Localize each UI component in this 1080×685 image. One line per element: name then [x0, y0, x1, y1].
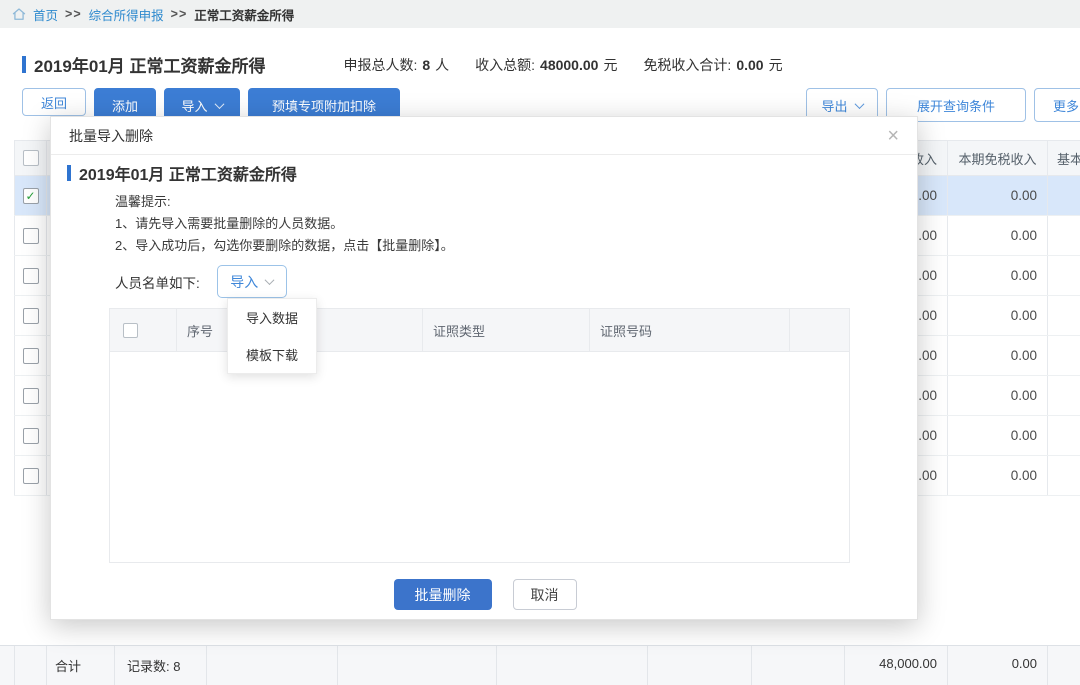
stat-income-total: 收入总额: 48000.00 元: [475, 55, 617, 75]
cell-taxfree: 0.00: [948, 216, 1048, 255]
tip-line-2: 2、导入成功后，勾选你要删除的数据，点击【批量删除】。: [115, 235, 454, 257]
batch-import-delete-modal: 批量导入删除 × 2019年01月 正常工资薪金所得 温馨提示: 1、请先导入需…: [50, 116, 918, 620]
menu-item-import-data[interactable]: 导入数据: [228, 299, 316, 336]
row-checkbox[interactable]: [23, 308, 39, 324]
stat-value: 48000.00: [540, 57, 598, 73]
tips-title: 温馨提示:: [115, 191, 454, 213]
import-button-label: 导入: [181, 96, 207, 115]
modal-footer-buttons: 批量删除 取消: [51, 579, 919, 610]
modal-section-title: 2019年01月 正常工资薪金所得: [79, 161, 297, 185]
breadcrumb-current: 正常工资薪金所得: [194, 5, 294, 24]
stat-declared-count: 申报总人数: 8 人: [343, 55, 449, 75]
cell-taxfree: 0.00: [948, 256, 1048, 295]
modal-import-dropdown-button[interactable]: 导入: [217, 265, 287, 298]
modal-import-label: 导入: [230, 272, 258, 292]
stat-value: 0.00: [736, 57, 763, 73]
totals-row: 合计 记录数: 8 48,000.00 0.00: [0, 645, 1080, 685]
col-header-cert-no: 证照号码: [590, 309, 790, 351]
stat-unit: 人: [435, 55, 449, 75]
col-header-actions: [790, 309, 849, 351]
cell-basic: [1048, 336, 1080, 375]
modal-title: 批量导入删除: [69, 126, 153, 146]
modal-select-all-checkbox[interactable]: [123, 323, 138, 338]
chevron-down-icon: [214, 99, 224, 109]
col-header-basic: 基本: [1048, 141, 1080, 175]
cell-taxfree: 0.00: [948, 456, 1048, 495]
import-dropdown-menu: 导入数据 模板下载: [227, 298, 317, 374]
stat-value: 8: [422, 57, 430, 73]
page-title: 2019年01月 正常工资薪金所得: [34, 52, 265, 77]
home-icon[interactable]: [12, 7, 26, 21]
batch-delete-button[interactable]: 批量删除: [394, 579, 492, 610]
breadcrumb-level1[interactable]: 综合所得申报: [89, 5, 164, 24]
menu-item-template-download[interactable]: 模板下载: [228, 336, 316, 373]
modal-tips: 温馨提示: 1、请先导入需要批量删除的人员数据。 2、导入成功后，勾选你要删除的…: [115, 191, 454, 257]
title-accent-bar: [67, 165, 71, 181]
cell-taxfree: 0.00: [948, 376, 1048, 415]
page-header: 2019年01月 正常工资薪金所得 申报总人数: 8 人 收入总额: 48000…: [22, 52, 783, 77]
cell-basic: [1048, 376, 1080, 415]
col-header-taxfree: 本期免税收入: [948, 141, 1048, 175]
modal-table-header: 序号 证照类型 证照号码: [110, 309, 849, 352]
stat-label: 收入总额:: [475, 55, 535, 75]
col-header-cert-type: 证照类型: [423, 309, 590, 351]
chevron-down-icon: [265, 275, 275, 285]
cell-basic: [1048, 416, 1080, 455]
modal-section-header: 2019年01月 正常工资薪金所得: [67, 161, 297, 185]
cell-taxfree: 0.00: [948, 416, 1048, 455]
tip-line-1: 1、请先导入需要批量删除的人员数据。: [115, 213, 454, 235]
cell-basic: [1048, 176, 1080, 215]
cancel-button[interactable]: 取消: [513, 579, 577, 610]
close-icon[interactable]: ×: [887, 126, 899, 146]
row-checkbox[interactable]: [23, 188, 39, 204]
row-checkbox[interactable]: [23, 468, 39, 484]
modal-person-table: 序号 证照类型 证照号码: [109, 308, 850, 563]
select-all-checkbox[interactable]: [23, 150, 39, 166]
stat-label: 申报总人数:: [343, 55, 417, 75]
cell-basic: [1048, 296, 1080, 335]
title-accent-bar: [22, 56, 26, 73]
person-list-label: 人员名单如下:: [115, 272, 200, 292]
more-button[interactable]: 更多: [1034, 88, 1080, 122]
stat-unit: 元: [603, 55, 617, 75]
person-list-row: 人员名单如下: 导入: [115, 265, 287, 298]
stat-taxfree-total: 免税收入合计: 0.00 元: [643, 55, 782, 75]
stat-unit: 元: [769, 55, 783, 75]
row-checkbox[interactable]: [23, 428, 39, 444]
cell-taxfree: 0.00: [948, 336, 1048, 375]
breadcrumb-separator: >>: [171, 7, 188, 21]
breadcrumb-home[interactable]: 首页: [33, 5, 58, 24]
cell-basic: [1048, 456, 1080, 495]
export-button-label: 导出: [821, 96, 847, 115]
row-checkbox[interactable]: [23, 228, 39, 244]
cell-taxfree: 0.00: [948, 296, 1048, 335]
stat-label: 免税收入合计:: [643, 55, 731, 75]
cell-basic: [1048, 216, 1080, 255]
row-checkbox[interactable]: [23, 268, 39, 284]
breadcrumb-separator: >>: [65, 7, 82, 21]
row-checkbox[interactable]: [23, 348, 39, 364]
row-checkbox[interactable]: [23, 388, 39, 404]
breadcrumb: 首页 >> 综合所得申报 >> 正常工资薪金所得: [0, 0, 1080, 28]
cell-taxfree: 0.00: [948, 176, 1048, 215]
modal-header: 批量导入删除 ×: [51, 117, 917, 155]
back-button[interactable]: 返回: [22, 88, 86, 116]
cell-basic: [1048, 256, 1080, 295]
chevron-down-icon: [854, 99, 864, 109]
header-stats: 申报总人数: 8 人 收入总额: 48000.00 元 免税收入合计: 0.00…: [343, 55, 782, 75]
